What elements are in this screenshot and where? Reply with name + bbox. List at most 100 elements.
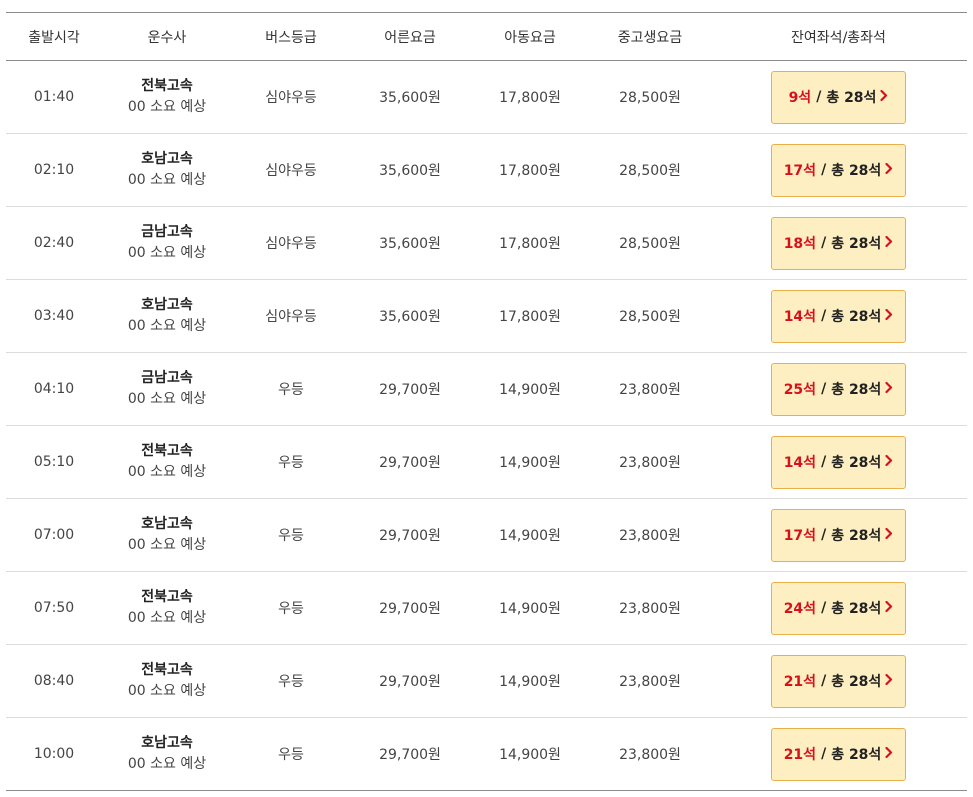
company-name: 전북고속 — [141, 443, 193, 459]
child-fare: 17,800원 — [499, 236, 561, 252]
company-cell: 전북고속 00 소요 예상 — [102, 587, 232, 629]
student-fare: 23,800원 — [619, 747, 681, 763]
seat-separator: / — [821, 162, 827, 178]
child-fare: 17,800원 — [499, 90, 561, 106]
table-row: 05:10 전북고속 00 소요 예상 우등 29,700원 14,900원 2… — [6, 426, 967, 499]
company-cell: 호남고속 00 소요 예상 — [102, 514, 232, 556]
student-fare: 28,500원 — [619, 90, 681, 106]
total-seats: 총 28석 — [831, 455, 882, 471]
table-row: 07:50 전북고속 00 소요 예상 우등 29,700원 14,900원 2… — [6, 572, 967, 645]
select-seat-button[interactable]: 14석 / 총 28석 — [771, 289, 906, 343]
total-seats: 총 28석 — [831, 674, 882, 690]
company-name: 전북고속 — [141, 662, 193, 678]
bus-grade: 심야우등 — [265, 163, 317, 179]
departure-time: 07:50 — [33, 600, 75, 616]
remaining-seats: 9석 — [788, 90, 812, 106]
select-seat-button[interactable]: 18석 / 총 28석 — [771, 216, 906, 270]
company-cell: 금남고속 00 소요 예상 — [102, 368, 232, 410]
table-row: 04:10 금남고속 00 소요 예상 우등 29,700원 14,900원 2… — [6, 353, 967, 426]
seat-separator: / — [821, 673, 827, 689]
select-seat-button[interactable]: 21석 / 총 28석 — [771, 654, 906, 708]
remaining-seats: 21석 — [783, 674, 817, 690]
departure-time: 10:00 — [33, 746, 75, 762]
seat-separator: / — [821, 600, 827, 616]
company-name: 호남고속 — [141, 151, 193, 167]
departure-time: 07:00 — [33, 527, 75, 543]
seat-cell: 17석 / 총 28석 — [710, 508, 967, 562]
company-cell: 금남고속 00 소요 예상 — [102, 222, 232, 264]
bus-grade: 우등 — [278, 674, 304, 690]
seat-separator: / — [821, 527, 827, 543]
company-name: 전북고속 — [141, 589, 193, 605]
remaining-seats: 24석 — [783, 601, 817, 617]
chevron-right-icon — [885, 746, 893, 762]
select-seat-button[interactable]: 17석 / 총 28석 — [771, 143, 906, 197]
header-company: 운수사 — [147, 29, 187, 46]
header-adult-fare: 어른요금 — [384, 29, 436, 46]
bus-schedule-table: 출발시각 운수사 버스등급 어른요금 아동요금 중고생요금 잔여좌석/총좌석 0… — [6, 12, 967, 791]
total-seats: 총 28석 — [831, 163, 882, 179]
chevron-right-icon — [885, 600, 893, 616]
select-seat-button[interactable]: 14석 / 총 28석 — [771, 435, 906, 489]
select-seat-button[interactable]: 24석 / 총 28석 — [771, 581, 906, 635]
estimated-duration: 00 소요 예상 — [127, 245, 207, 261]
select-seat-button[interactable]: 9석 / 총 28석 — [771, 70, 906, 124]
adult-fare: 29,700원 — [379, 382, 441, 398]
header-bus-grade: 버스등급 — [265, 29, 317, 46]
child-fare: 17,800원 — [499, 309, 561, 325]
remaining-seats: 21석 — [783, 747, 817, 763]
adult-fare: 29,700원 — [379, 455, 441, 471]
seat-separator: / — [821, 746, 827, 762]
estimated-duration: 00 소요 예상 — [127, 537, 207, 553]
remaining-seats: 14석 — [783, 455, 817, 471]
seat-cell: 18석 / 총 28석 — [710, 216, 967, 270]
table-row: 02:40 금남고속 00 소요 예상 심야우등 35,600원 17,800원… — [6, 207, 967, 280]
total-seats: 총 28석 — [831, 528, 882, 544]
adult-fare: 29,700원 — [379, 601, 441, 617]
company-name: 호남고속 — [141, 735, 193, 751]
chevron-right-icon — [885, 527, 893, 543]
remaining-seats: 17석 — [783, 528, 817, 544]
adult-fare: 35,600원 — [379, 90, 441, 106]
child-fare: 17,800원 — [499, 163, 561, 179]
total-seats: 총 28석 — [831, 747, 882, 763]
departure-time: 08:40 — [33, 673, 75, 689]
total-seats: 총 28석 — [831, 309, 882, 325]
chevron-right-icon — [885, 235, 893, 251]
company-cell: 전북고속 00 소요 예상 — [102, 76, 232, 118]
remaining-seats: 17석 — [783, 163, 817, 179]
table-row: 08:40 전북고속 00 소요 예상 우등 29,700원 14,900원 2… — [6, 645, 967, 718]
table-row: 03:40 호남고속 00 소요 예상 심야우등 35,600원 17,800원… — [6, 280, 967, 353]
seat-cell: 24석 / 총 28석 — [710, 581, 967, 635]
bus-grade: 우등 — [278, 601, 304, 617]
select-seat-button[interactable]: 17석 / 총 28석 — [771, 508, 906, 562]
select-seat-button[interactable]: 21석 / 총 28석 — [771, 727, 906, 781]
seat-separator: / — [821, 235, 827, 251]
departure-time: 03:40 — [33, 308, 75, 324]
seat-separator: / — [821, 381, 827, 397]
table-row: 01:40 전북고속 00 소요 예상 심야우등 35,600원 17,800원… — [6, 61, 967, 134]
select-seat-button[interactable]: 25석 / 총 28석 — [771, 362, 906, 416]
seat-cell: 9석 / 총 28석 — [710, 70, 967, 124]
student-fare: 28,500원 — [619, 309, 681, 325]
seat-cell: 17석 / 총 28석 — [710, 143, 967, 197]
estimated-duration: 00 소요 예상 — [127, 391, 207, 407]
company-name: 호남고속 — [141, 297, 193, 313]
remaining-seats: 25석 — [783, 382, 817, 398]
header-child-fare: 아동요금 — [504, 29, 556, 46]
departure-time: 02:10 — [33, 162, 75, 178]
bus-grade: 우등 — [278, 382, 304, 398]
adult-fare: 29,700원 — [379, 747, 441, 763]
seat-separator: / — [821, 454, 827, 470]
bus-grade: 우등 — [278, 455, 304, 471]
estimated-duration: 00 소요 예상 — [127, 318, 207, 334]
bus-grade: 심야우등 — [265, 236, 317, 252]
total-seats: 총 28석 — [831, 236, 882, 252]
chevron-right-icon — [885, 162, 893, 178]
departure-time: 05:10 — [33, 454, 75, 470]
company-name: 전북고속 — [141, 78, 193, 94]
adult-fare: 29,700원 — [379, 674, 441, 690]
total-seats: 총 28석 — [826, 90, 877, 106]
adult-fare: 29,700원 — [379, 528, 441, 544]
remaining-seats: 18석 — [783, 236, 817, 252]
